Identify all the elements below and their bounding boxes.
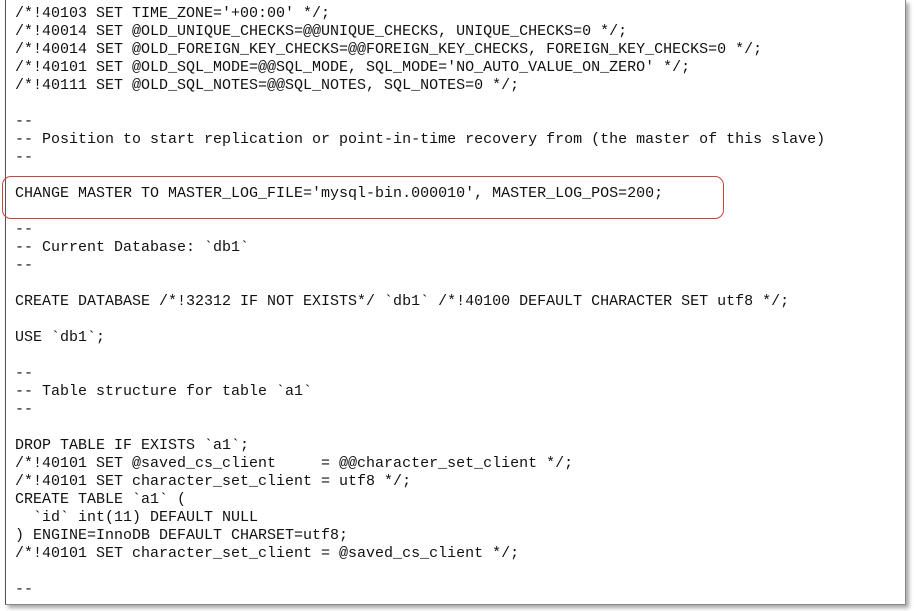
- code-line: /*!40014 SET @OLD_UNIQUE_CHECKS=@@UNIQUE…: [15, 23, 628, 40]
- code-line: -- Position to start replication or poin…: [15, 131, 826, 148]
- code-line: /*!40101 SET @OLD_SQL_MODE=@@SQL_MODE, S…: [15, 59, 691, 76]
- code-line: --: [15, 365, 34, 382]
- code-line: -- Current Database: `db1`: [15, 239, 250, 256]
- code-line: --: [15, 113, 34, 130]
- code-line: -- Table structure for table `a1`: [15, 383, 313, 400]
- code-line: /*!40101 SET @saved_cs_client = @@charac…: [15, 455, 574, 472]
- code-line: --: [15, 149, 34, 166]
- code-line: `id` int(11) DEFAULT NULL: [15, 509, 259, 526]
- code-line: /*!40014 SET @OLD_FOREIGN_KEY_CHECKS=@@F…: [15, 41, 763, 58]
- code-line: CREATE DATABASE /*!32312 IF NOT EXISTS*/…: [15, 293, 790, 310]
- code-line: /*!40101 SET character_set_client = @sav…: [15, 545, 520, 562]
- code-line: /*!40101 SET character_set_client = utf8…: [15, 473, 412, 490]
- code-line: --: [15, 257, 34, 274]
- code-line: --: [15, 581, 34, 598]
- code-line: USE `db1`;: [15, 329, 106, 346]
- change-master-highlight-box: [2, 176, 724, 219]
- code-line: /*!40111 SET @OLD_SQL_NOTES=@@SQL_NOTES,…: [15, 77, 520, 94]
- code-line: DROP TABLE IF EXISTS `a1`;: [15, 437, 250, 454]
- code-line: /*!40103 SET TIME_ZONE='+00:00' */;: [15, 5, 331, 22]
- code-line: ) ENGINE=InnoDB DEFAULT CHARSET=utf8;: [15, 527, 349, 544]
- code-line: --: [15, 401, 34, 418]
- code-line: --: [15, 221, 34, 238]
- text-document-frame: /*!40103 SET TIME_ZONE='+00:00' */;/*!40…: [5, 0, 906, 605]
- code-line: CREATE TABLE `a1` (: [15, 491, 187, 508]
- sql-dump-text: /*!40103 SET TIME_ZONE='+00:00' */;/*!40…: [15, 5, 825, 599]
